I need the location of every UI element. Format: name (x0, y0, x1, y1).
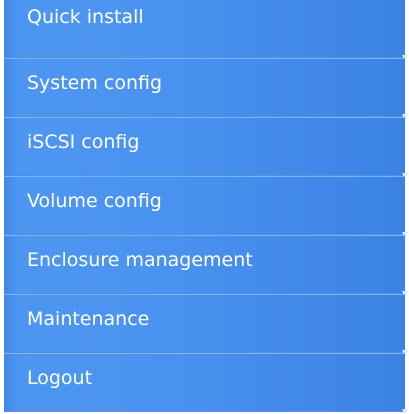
navigation-menu: Quick install System config iSCSI config… (0, 0, 409, 414)
menu-item-maintenance[interactable]: Maintenance (4, 294, 408, 356)
menu-item-label: Volume config (27, 190, 162, 212)
chevron-down-icon (402, 409, 408, 414)
menu-item-label: Maintenance (27, 308, 150, 330)
menu-item-iscsi-config[interactable]: iSCSI config (4, 117, 408, 179)
menu-item-enclosure-management[interactable]: Enclosure management (4, 235, 408, 297)
menu-item-label: Quick install (27, 6, 144, 28)
menu-panel: Quick install System config iSCSI config… (4, 0, 408, 414)
menu-item-label: System config (27, 72, 163, 94)
menu-item-label: Logout (27, 367, 93, 389)
menu-item-volume-config[interactable]: Volume config (4, 176, 408, 238)
menu-item-label: Enclosure management (27, 249, 253, 271)
menu-item-quick-install[interactable]: Quick install (4, 0, 408, 61)
menu-item-logout[interactable]: Logout (4, 353, 408, 414)
menu-item-system-config[interactable]: System config (4, 58, 408, 120)
menu-item-label: iSCSI config (27, 131, 140, 153)
